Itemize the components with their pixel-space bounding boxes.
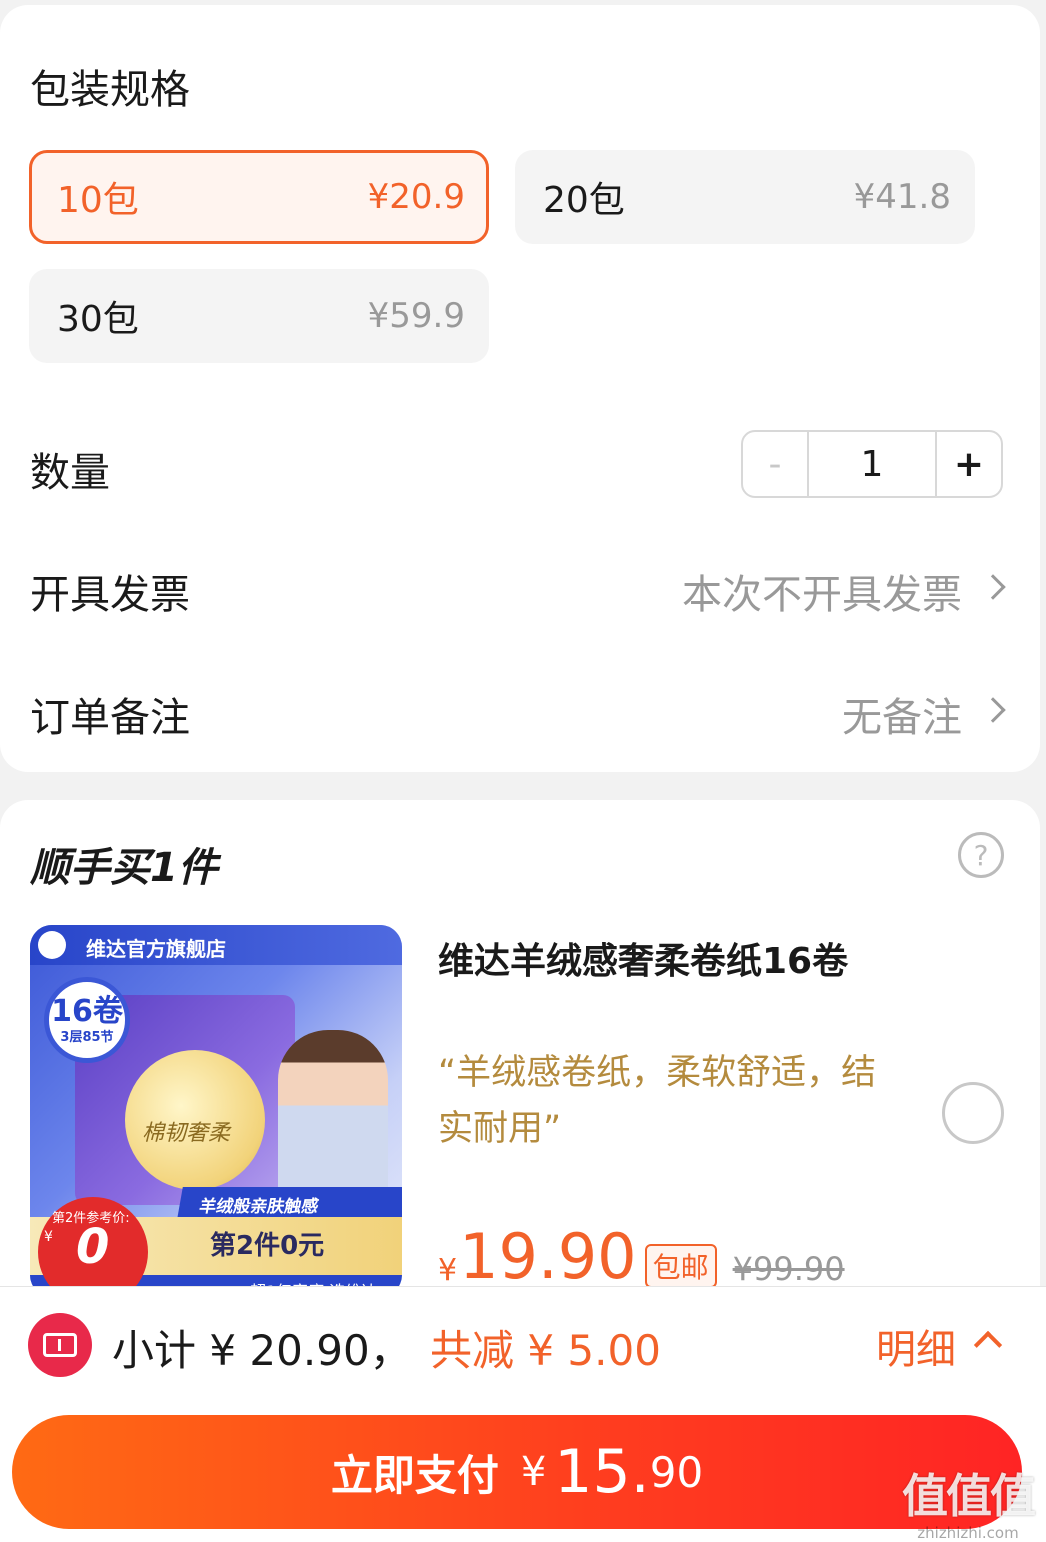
spec-section-title: 包装规格 <box>30 67 190 113</box>
addon-title: 顺手买1件 <box>30 845 218 891</box>
detail-link[interactable]: 明细 <box>876 1317 956 1375</box>
site-watermark: 值值值 zhizhizhi.com <box>893 1460 1043 1542</box>
subtotal-text: 小计 ¥ 20.90， <box>112 1326 412 1375</box>
badge-number: 16卷 <box>51 993 123 1029</box>
free-shipping-badge: 包邮 <box>644 1244 717 1288</box>
zero-badge-number: 0 <box>76 1219 110 1275</box>
zero-price-badge: 第2件参考价: ¥ 0 <box>38 1197 148 1297</box>
order-options-card: 包装规格 10包 ¥20.9 20包 ¥41.8 30包 ¥59.9 数量 - … <box>0 5 1040 772</box>
product-image[interactable]: 维达官方旗舰店 棉韧奢柔 16卷 3层85节 羊绒般亲肤触感 第2件0元 超1亿… <box>30 925 402 1297</box>
spec-option-10[interactable]: 10包 ¥20.9 <box>29 150 489 244</box>
coupon-icon[interactable] <box>28 1313 92 1377</box>
watermark-url: zhizhizhi.com <box>917 1524 1019 1542</box>
addon-select-radio[interactable] <box>942 1082 1004 1144</box>
price-currency: ¥ <box>438 1253 458 1288</box>
badge-sub: 3层85节 <box>60 1029 114 1045</box>
product-price-row: ¥ 19.90 包邮 ¥99.90 <box>438 1220 845 1293</box>
chevron-right-icon <box>980 574 1006 600</box>
remark-value: 无备注 <box>842 695 962 741</box>
invoice-label: 开具发票 <box>30 572 190 618</box>
zero-badge-yen: ¥ <box>44 1229 53 1245</box>
remark-label: 订单备注 <box>30 695 190 741</box>
spec-option-30[interactable]: 30包 ¥59.9 <box>29 269 489 363</box>
pay-currency: ¥ <box>520 1449 547 1495</box>
pay-label: 立即支付 <box>330 1450 499 1500</box>
help-icon[interactable]: ? <box>958 832 1004 878</box>
pack-text: 棉韧奢柔 <box>142 1121 231 1146</box>
quantity-minus-button[interactable]: - <box>743 432 809 496</box>
spec-option-label: 20包 <box>543 180 625 221</box>
original-price: ¥99.90 <box>732 1250 845 1288</box>
chevron-right-icon <box>980 697 1006 723</box>
pay-now-button[interactable]: 立即支付 ¥ 15. 90 <box>12 1415 1022 1529</box>
pay-amount-integer: 15. <box>554 1437 650 1507</box>
invoice-value: 本次不开具发票 <box>682 572 962 618</box>
image-banner: 维达官方旗舰店 <box>30 925 402 965</box>
quantity-label: 数量 <box>30 450 110 496</box>
quantity-plus-button[interactable]: + <box>935 432 1001 496</box>
addon-card: 顺手买1件 ? 维达官方旗舰店 棉韧奢柔 16卷 3层85节 羊绒般亲肤触感 第… <box>0 800 1040 1360</box>
product-price: 19.90 <box>459 1220 637 1293</box>
spec-option-price: ¥41.8 <box>853 177 951 217</box>
quantity-value[interactable]: 1 <box>809 432 935 496</box>
roll-count-badge: 16卷 3层85节 <box>44 977 130 1063</box>
watermark-logo: 值值值 <box>902 1469 1036 1523</box>
image-ribbon: 羊绒般亲肤触感 <box>177 1187 402 1219</box>
spec-option-label: 10包 <box>57 180 139 221</box>
spec-option-label: 30包 <box>57 299 139 340</box>
promo-strip-text: 第2件0元 <box>210 1231 325 1261</box>
spec-option-20[interactable]: 20包 ¥41.8 <box>515 150 975 244</box>
spec-option-price: ¥59.9 <box>367 296 465 336</box>
brand-logo-icon <box>38 931 66 959</box>
product-title[interactable]: 维达羊绒感奢柔卷纸16卷 <box>438 932 848 984</box>
spec-option-price: ¥20.9 <box>367 177 465 217</box>
model-figure <box>278 1030 388 1210</box>
checkout-bar: 小计 ¥ 20.90， 共减 ¥ 5.00 明细 立即支付 ¥ 15. 90 <box>0 1286 1046 1542</box>
quantity-stepper: - 1 + <box>741 430 1003 498</box>
pay-amount-decimal: 90 <box>649 1447 704 1497</box>
chevron-up-icon[interactable] <box>973 1330 1003 1360</box>
discount-text: 共减 ¥ 5.00 <box>430 1326 661 1375</box>
product-description: “羊绒感卷纸，柔软舒适，结实耐用” <box>438 1053 877 1149</box>
